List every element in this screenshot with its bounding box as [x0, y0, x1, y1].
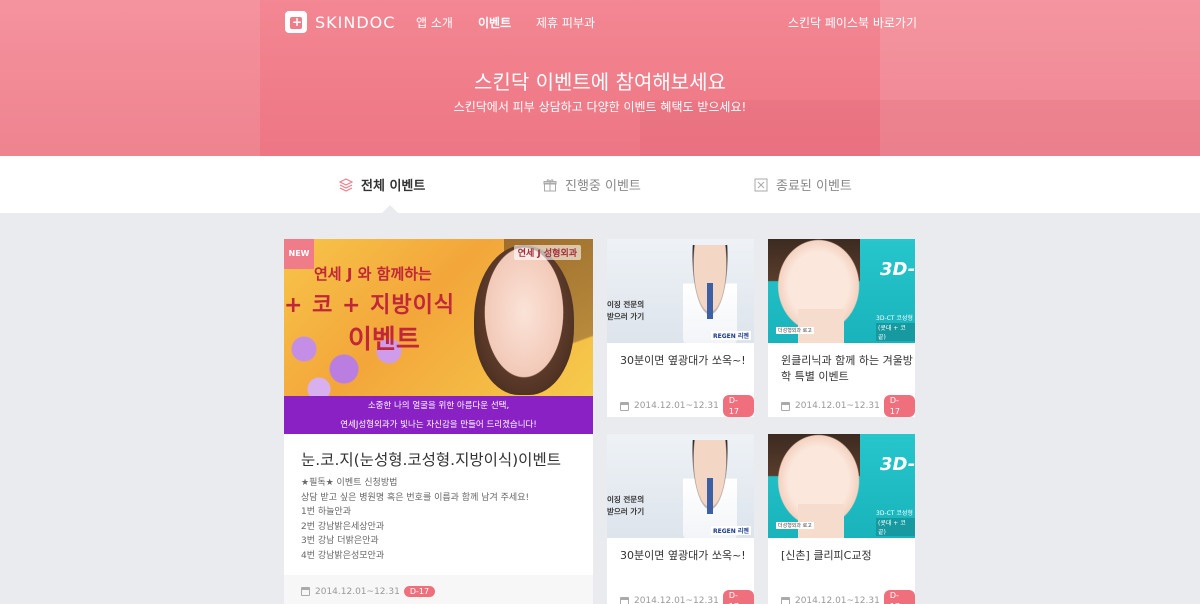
image-caption-line-2: 받으러 가기 — [607, 507, 645, 516]
event-image: 3D- 3D-CT 코성형 (콧대 + 코끝) 더성형외과 로고 — [768, 239, 915, 343]
clinic-logo: REGEN 리젠 — [711, 526, 751, 535]
model-photo — [474, 245, 574, 395]
clinic-logo: 더성형외과 로고 — [776, 327, 814, 334]
tab-ended-events[interactable]: 종료된 이벤트 — [754, 175, 852, 194]
menu-item-partner-clinics[interactable]: 제휴 피부과 — [536, 14, 616, 31]
calendar-icon — [620, 596, 629, 604]
image-headline-2: + 코 + 지방이식 — [284, 293, 456, 318]
image-banner-line-1: 소중한 나의 얼굴을 위한 아름다운 선택, — [367, 401, 510, 411]
event-title: [신촌] 클리피C교정 — [781, 549, 872, 562]
event-meta: 2014.12.01~12.31 D-17 — [620, 395, 754, 417]
calendar-icon — [781, 596, 790, 604]
description-line: 2번 강남밝은세상안과 — [301, 521, 385, 532]
logo-text: SKINDOC — [315, 12, 396, 32]
image-text-line-2: (콧대 + 코끝) — [876, 323, 915, 341]
calendar-icon — [301, 587, 310, 596]
hero-title: 스킨닥 이벤트에 참여해보세요 — [474, 70, 726, 94]
model-neck — [798, 309, 844, 343]
hero-subtitle: 스킨닥에서 피부 상담하고 다양한 이벤트 혜택도 받으세요! — [453, 100, 747, 114]
event-title: 30분이면 옆광대가 쏘옥~! — [620, 549, 746, 562]
event-title: 윈클리닉과 함께 하는 겨울방학 특별 이벤트 — [781, 354, 913, 383]
event-card[interactable]: 이징 전문의 받으러 가기 REGEN 리젠 30분이면 옆광대가 쏘옥~! 2… — [607, 434, 754, 604]
event-period: 2014.12.01~12.31 — [633, 401, 719, 411]
event-period: 2014.12.01~12.31 — [794, 401, 880, 411]
layers-icon — [339, 177, 353, 192]
gift-icon — [543, 178, 557, 191]
logo[interactable]: SKINDOC — [285, 11, 395, 33]
event-image: 이징 전문의 받으러 가기 REGEN 리젠 — [607, 434, 754, 538]
featured-event-title: 눈.코.지(눈성형.코성형.지방이식)이벤트 — [301, 451, 561, 469]
dday-badge: D-17 — [403, 586, 436, 597]
image-caption-line-1: 이징 전문의 — [607, 300, 645, 309]
featured-event-image: 연세 J 성형외과 연세 J 와 함께하는 + 코 + 지방이식 이벤트 소중한… — [284, 239, 593, 434]
event-card[interactable]: 3D- 3D-CT 코성형 (콧대 + 코끝) 더성형외과 로고 [신촌] 클리… — [768, 434, 915, 604]
tab-ended-events-label: 종료된 이벤트 — [776, 179, 852, 194]
image-caption: 이징 전문의 받으러 가기 — [607, 494, 644, 518]
tab-ongoing-events[interactable]: 진행중 이벤트 — [543, 175, 641, 194]
facebook-link[interactable]: 스킨닥 페이스북 바로가기 — [788, 14, 917, 31]
tab-all-events[interactable]: 전체 이벤트 — [339, 175, 425, 194]
image-banner-line-2: 연세J성형외과가 빛나는 자신감을 만들어 드리겠습니다! — [340, 420, 537, 430]
calendar-icon — [781, 401, 790, 411]
image-text-line-1: 3D-CT 코성형 — [876, 510, 913, 517]
event-tabs: 전체 이벤트 진행중 이벤트 종료된 이벤트 — [0, 156, 1200, 213]
description-line: 4번 강남밝은성모안과 — [301, 550, 385, 561]
calendar-icon — [620, 401, 629, 411]
image-headline: 3D- — [880, 259, 915, 280]
dday-badge: D-17 — [883, 395, 915, 417]
description-line: 1번 하늘안과 — [301, 507, 351, 517]
image-headline-3: 이벤트 — [348, 325, 420, 355]
menu-item-app-intro[interactable]: 앱 소개 — [416, 14, 478, 31]
doctor-tie — [707, 283, 713, 319]
featured-event-footer: 2014.12.01~12.31 D-17 — [284, 575, 593, 604]
active-tab-indicator — [382, 205, 398, 213]
image-headline: 3D- — [880, 454, 915, 475]
logo-icon — [285, 11, 307, 33]
image-text-line-2: (콧대 + 코끝) — [876, 518, 915, 536]
event-image: 3D- 3D-CT 코성형 (콧대 + 코끝) 더성형외과 로고 — [768, 434, 915, 538]
tab-all-events-label: 전체 이벤트 — [361, 179, 426, 194]
featured-event-description: ★필독★ 이벤트 신청방법 상담 받고 싶은 병원명 혹은 번호를 이름과 함께… — [301, 476, 529, 563]
event-period: 2014.12.01~12.31 — [794, 596, 880, 604]
new-badge: NEW — [284, 239, 314, 269]
image-caption-line-1: 이징 전문의 — [607, 495, 645, 504]
featured-event-card[interactable]: 연세 J 성형외과 연세 J 와 함께하는 + 코 + 지방이식 이벤트 소중한… — [284, 239, 593, 604]
description-line: 상담 받고 싶은 병원명 혹은 번호를 이름과 함께 남겨 주세요! — [301, 492, 530, 503]
event-title: 30분이면 옆광대가 쏘옥~! — [620, 354, 746, 367]
event-meta: 2014.12.01~12.31 D-17 — [781, 395, 915, 417]
event-card[interactable]: 이징 전문의 받으러 가기 REGEN 리젠 30분이면 옆광대가 쏘옥~! 2… — [607, 239, 754, 417]
clinic-logo: 더성형외과 로고 — [776, 522, 814, 529]
menu-item-events[interactable]: 이벤트 — [478, 14, 536, 31]
description-line: ★필독★ 이벤트 신청방법 — [301, 478, 398, 488]
tab-ongoing-events-label: 진행중 이벤트 — [565, 179, 641, 194]
image-banner: 소중한 나의 얼굴을 위한 아름다운 선택, 연세J성형외과가 빛나는 자신감을… — [284, 396, 593, 434]
description-line: 3번 강남 더밝은안과 — [301, 536, 379, 546]
event-meta: 2014.12.01~12.31 D-17 — [781, 590, 915, 604]
image-caption-line-2: 받으러 가기 — [607, 312, 645, 321]
doctor-tie — [707, 478, 713, 514]
model-neck — [798, 504, 844, 538]
top-nav: SKINDOC 앱 소개 이벤트 제휴 피부과 스킨닥 페이스북 바로가기 — [285, 9, 917, 35]
image-text-line-1: 3D-CT 코성형 — [876, 315, 913, 322]
dday-badge: D-17 — [722, 590, 754, 604]
event-card[interactable]: 3D- 3D-CT 코성형 (콧대 + 코끝) 더성형외과 로고 윈클리닉과 함… — [768, 239, 915, 417]
image-headline-1: 연세 J 와 함께하는 — [314, 265, 432, 283]
close-box-icon — [754, 178, 768, 191]
image-caption: 이징 전문의 받으러 가기 — [607, 299, 644, 323]
event-meta: 2014.12.01~12.31 D-17 — [620, 590, 754, 604]
hero-banner: SKINDOC 앱 소개 이벤트 제휴 피부과 스킨닥 페이스북 바로가기 스킨… — [0, 0, 1200, 156]
event-period: 2014.12.01~12.31 — [315, 586, 400, 597]
event-period: 2014.12.01~12.31 — [633, 596, 719, 604]
clinic-logo: REGEN 리젠 — [711, 331, 751, 340]
main-menu: 앱 소개 이벤트 제휴 피부과 — [416, 14, 616, 31]
dday-badge: D-17 — [883, 590, 915, 604]
dday-badge: D-17 — [722, 395, 754, 417]
event-meta: 2014.12.01~12.31 D-17 — [301, 586, 436, 597]
clinic-logo: 연세 J 성형외과 — [513, 245, 581, 260]
event-image: 이징 전문의 받으러 가기 REGEN 리젠 — [607, 239, 754, 343]
